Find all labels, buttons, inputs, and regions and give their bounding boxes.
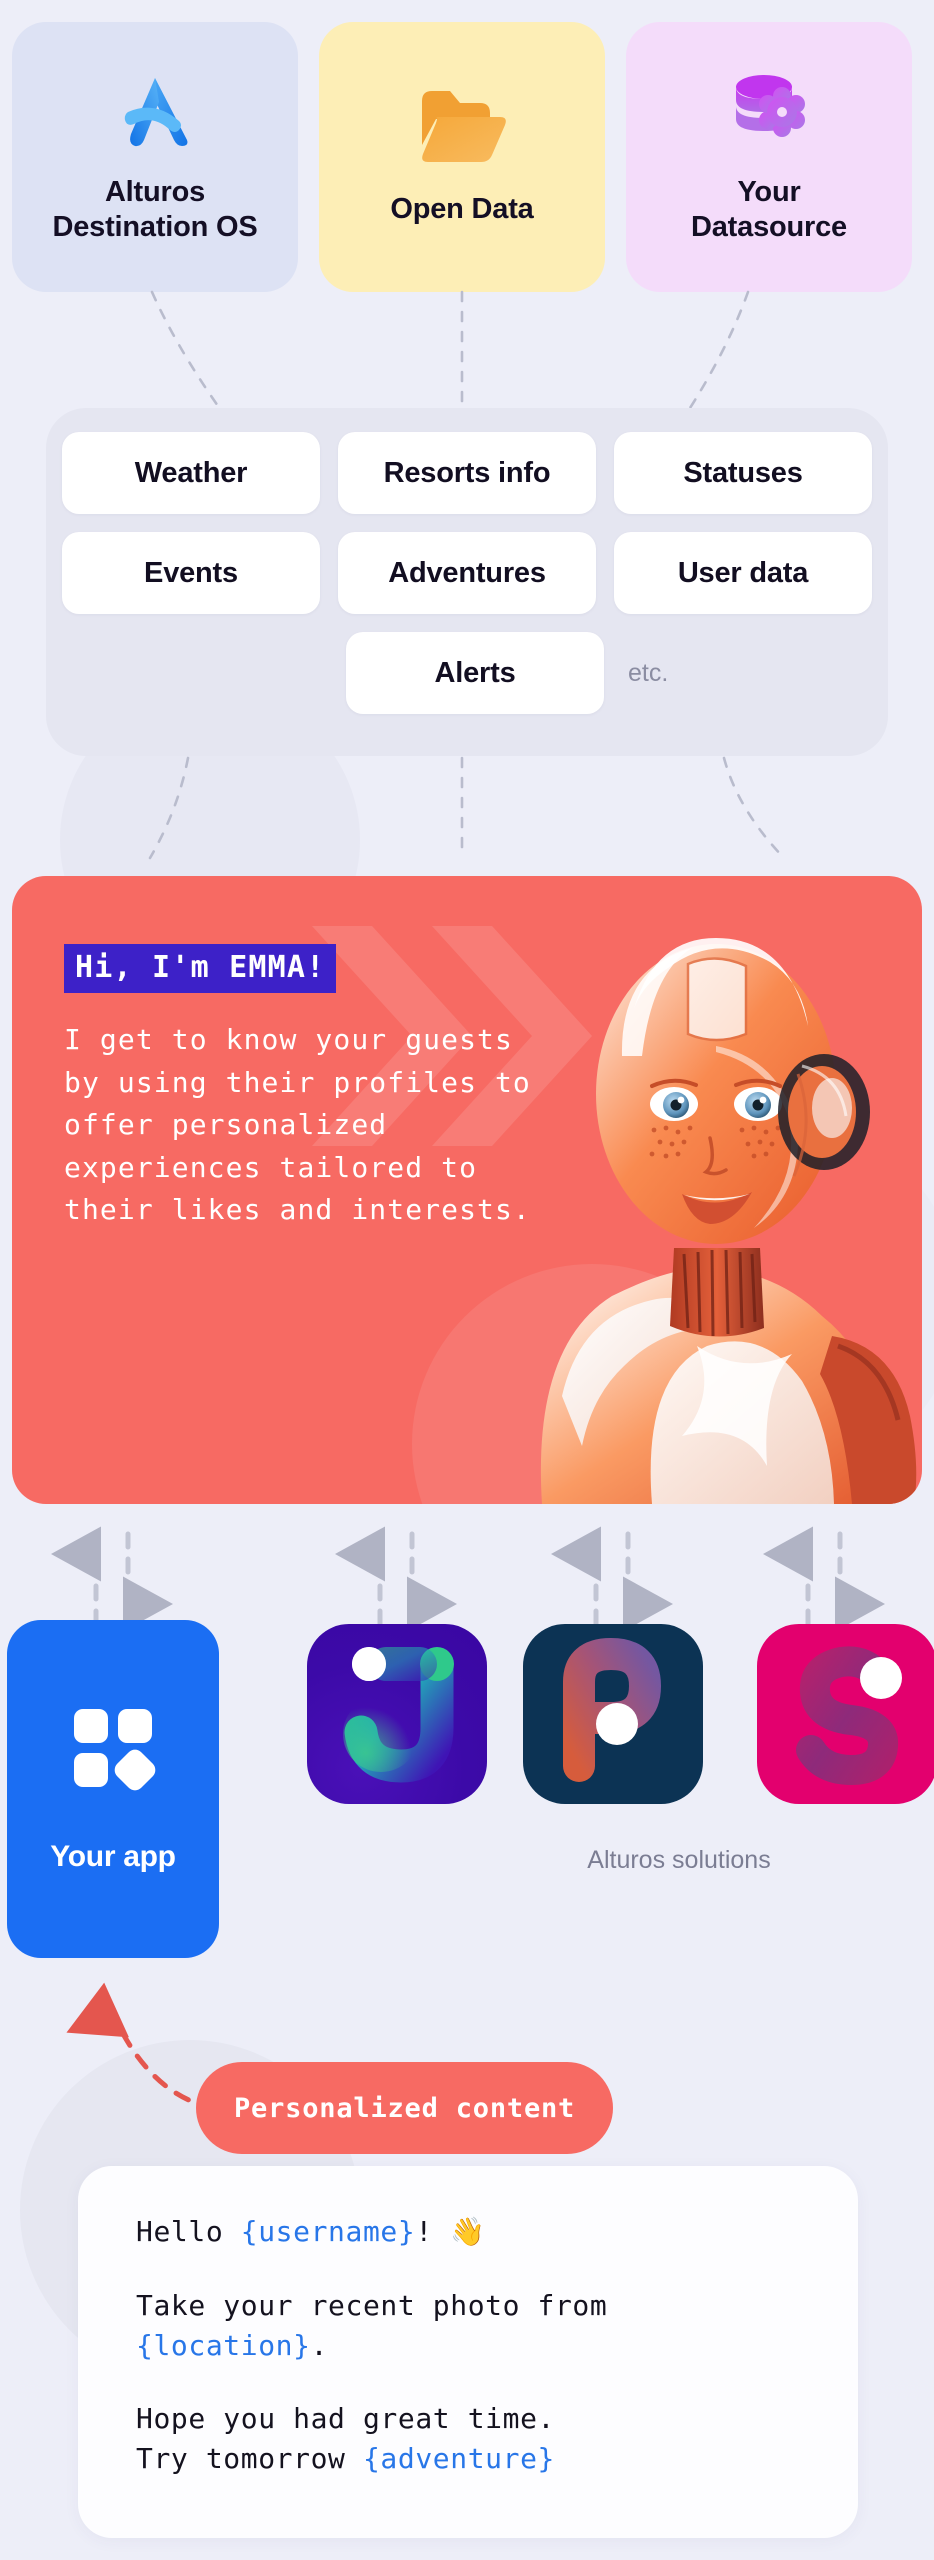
- connector-lines-top: [150, 290, 750, 410]
- message-token-username: {username}: [240, 2215, 416, 2248]
- alturos-logo-icon: [109, 57, 201, 163]
- source-card-alturos[interactable]: Alturos Destination OS: [12, 22, 298, 292]
- source-card-your-datasource[interactable]: Your Datasource: [626, 22, 912, 292]
- message-line: Hello {username}! 👋: [136, 2212, 800, 2252]
- source-card-open-data[interactable]: Open Data: [319, 22, 605, 292]
- chip-alerts[interactable]: Alerts: [346, 632, 604, 714]
- emma-description: I get to know your guests by using their…: [64, 1023, 531, 1227]
- your-app-card[interactable]: Your app: [7, 1620, 219, 1958]
- chip-statuses[interactable]: Statuses: [614, 432, 872, 514]
- chips-etc-label: etc.: [628, 658, 669, 687]
- emma-card: Hi, I'm EMMA! I get to know your guests …: [12, 876, 922, 1504]
- message-text-part: Hello: [136, 2215, 241, 2248]
- data-types-panel: Weather Resorts info Statuses Events Adv…: [46, 408, 888, 756]
- emma-text-block: Hi, I'm EMMA! I get to know your guests …: [64, 944, 584, 1232]
- message-token-adventure: {adventure}: [362, 2442, 555, 2475]
- alturos-s-app-icon[interactable]: [757, 1624, 934, 1804]
- source-card-title: Open Data: [390, 193, 534, 226]
- alturos-solutions-label: Alturos solutions: [587, 1846, 771, 1874]
- personalized-message-card: Hello {username}! 👋 Take your recent pho…: [78, 2166, 858, 2538]
- message-token-location: {location}: [136, 2328, 311, 2362]
- message-line: Hope you had great time. Try tomorrow {a…: [136, 2399, 800, 2479]
- chip-events[interactable]: Events: [62, 532, 320, 614]
- chip-user-data[interactable]: User data: [614, 532, 872, 614]
- chips-row-1: Weather Resorts info Statuses: [62, 432, 872, 514]
- app-grid-icon: [70, 1705, 156, 1796]
- chips-row-2: Events Adventures User data: [62, 532, 872, 614]
- source-card-title: Alturos Destination OS: [52, 175, 258, 243]
- database-gear-icon: [723, 57, 815, 163]
- message-line: Take your recent photo from {location}.: [136, 2286, 800, 2366]
- circle-decoration: [412, 1264, 772, 1504]
- personalized-content-pill: Personalized content: [196, 2062, 614, 2154]
- message-text-part: ! 👋: [415, 2215, 486, 2248]
- chip-resorts-info[interactable]: Resorts info: [338, 432, 596, 514]
- data-sources-row: Alturos Destination OS Open Data Your Da…: [0, 22, 934, 292]
- open-folder-icon: [416, 74, 508, 180]
- chips-row-3: Alerts etc.: [70, 632, 864, 714]
- infographic-canvas: Alturos Destination OS Open Data Your Da…: [0, 0, 934, 2560]
- connector-lines-middle: [148, 756, 786, 860]
- alturos-j-app-icon[interactable]: [307, 1624, 487, 1804]
- apps-row: Your app Alturos solutions: [0, 1620, 934, 1970]
- source-card-title: Your Datasource: [691, 175, 847, 243]
- message-text-part: .: [310, 2328, 329, 2362]
- message-text-part: Take your recent photo from: [136, 2288, 608, 2322]
- alturos-p-app-icon[interactable]: [523, 1624, 703, 1804]
- chip-weather[interactable]: Weather: [62, 432, 320, 514]
- emma-greeting-badge: Hi, I'm EMMA!: [64, 944, 337, 993]
- your-app-label: Your app: [50, 1839, 176, 1873]
- chip-adventures[interactable]: Adventures: [338, 532, 596, 614]
